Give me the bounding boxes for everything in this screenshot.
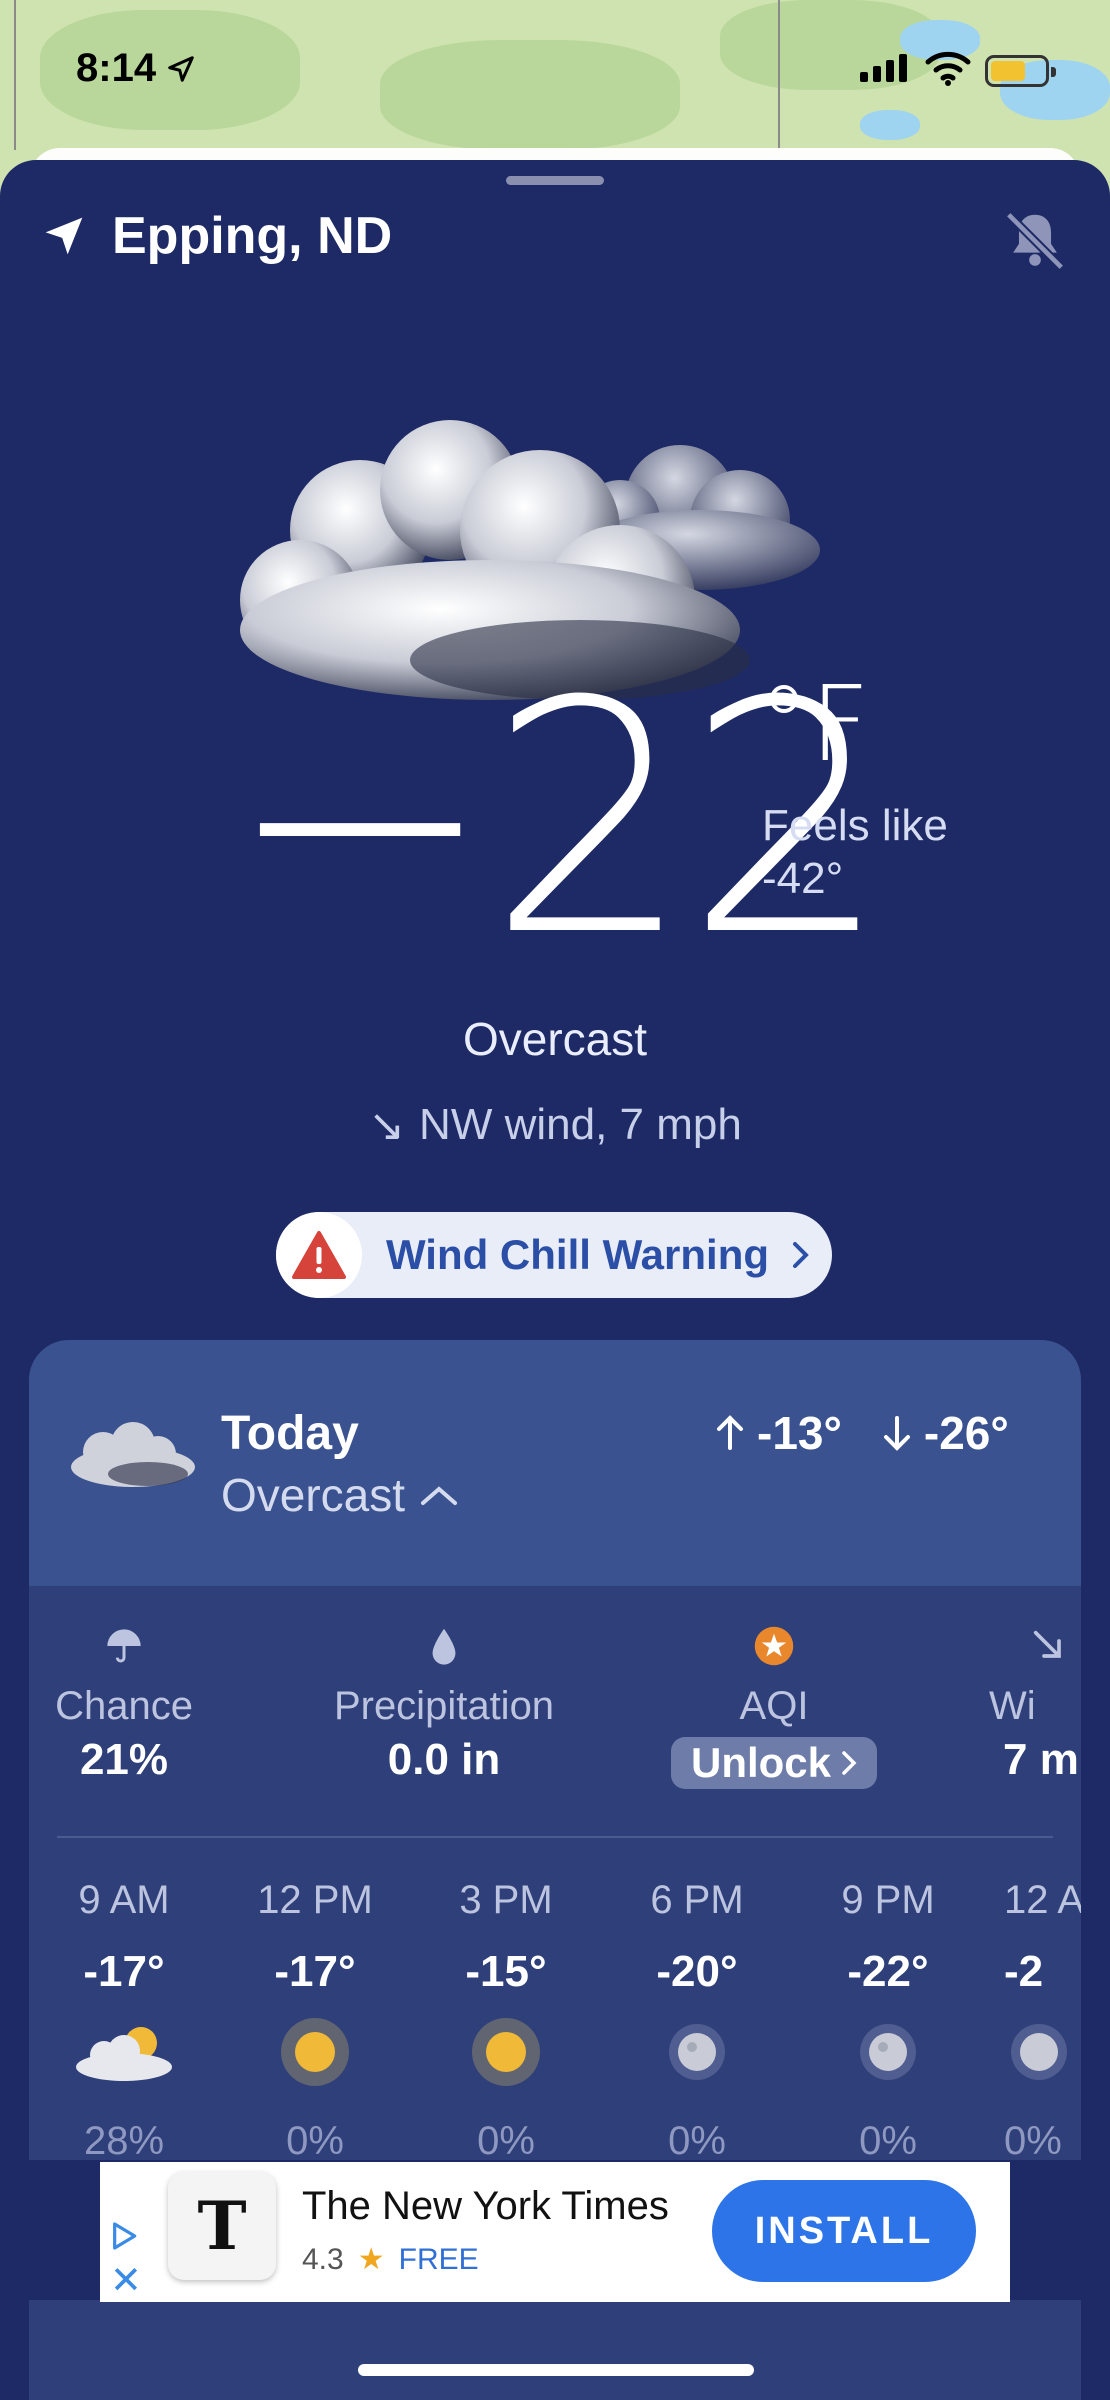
low-temp: -26° xyxy=(923,1407,1009,1459)
warning-triangle-icon xyxy=(276,1212,362,1298)
ad-rating: 4.3 xyxy=(302,2242,344,2276)
today-header[interactable]: Today Overcast -13° -26° xyxy=(29,1340,1081,1586)
metric-label: Wi xyxy=(989,1684,1036,1728)
hour-temp: -17° xyxy=(274,1947,356,1996)
metric-value: 21% xyxy=(79,1735,169,1784)
unlock-label: Unlock xyxy=(690,1739,832,1786)
hour-temp: -20° xyxy=(656,1947,738,1996)
feels-like-label: Feels like xyxy=(762,801,948,850)
metric-value: 0.0 in xyxy=(387,1735,501,1784)
droplet-icon xyxy=(319,1626,569,1666)
today-condition-toggle[interactable]: Overcast xyxy=(221,1468,459,1522)
partly-cloudy-icon xyxy=(49,2007,199,2097)
wind-text: NW wind, 7 mph xyxy=(419,1100,742,1149)
feels-like: Feels like -42° xyxy=(762,800,948,906)
location-name: Epping, ND xyxy=(112,207,393,265)
hour-temp: -15° xyxy=(465,1947,547,1996)
chevron-right-icon xyxy=(793,1242,809,1268)
sheet-grabber[interactable] xyxy=(506,176,604,185)
overcast-small-icon xyxy=(71,1422,195,1487)
hour-temp: -17° xyxy=(83,1947,165,1996)
metric-label: Precipitation xyxy=(333,1684,555,1728)
metric-label: Chance xyxy=(55,1684,193,1728)
aqi-unlock-button[interactable]: Unlock xyxy=(670,1737,878,1789)
current-condition: Overcast xyxy=(462,1013,648,1065)
hour-time: 9 PM xyxy=(841,1878,935,1922)
status-bar: 8:14 xyxy=(0,0,1110,140)
hour-time: 9 AM xyxy=(78,1878,170,1922)
ad-subtitle: 4.3 ★ FREE xyxy=(302,2242,479,2277)
wind-direction-icon: ↘ xyxy=(368,1101,406,1150)
status-time: 8:14 xyxy=(76,46,157,90)
hour-precip: 0% xyxy=(477,2119,535,2163)
hour-precip: 28% xyxy=(83,2119,165,2163)
location-arrow-icon xyxy=(45,217,83,255)
hour-temp: -2 xyxy=(1004,1947,1044,1996)
location-header[interactable]: Epping, ND xyxy=(42,206,392,266)
metric-label: AQI xyxy=(739,1684,809,1728)
hour-precip: 0% xyxy=(668,2119,726,2163)
moon-icon xyxy=(1004,2007,1081,2097)
hour-precip: 0% xyxy=(1004,2119,1062,2163)
ad-banner[interactable]: ✕ T The New York Times 4.3 ★ FREE INSTAL… xyxy=(100,2162,1010,2302)
divider xyxy=(57,1836,1053,1838)
today-condition: Overcast xyxy=(221,1469,406,1521)
hourly-item[interactable]: 3 PM -15° 0% xyxy=(431,1878,581,2164)
ad-choices-icon[interactable] xyxy=(108,2220,140,2252)
hour-time: 6 PM xyxy=(650,1878,744,1922)
close-ad-icon[interactable]: ✕ xyxy=(110,2262,142,2300)
sun-icon xyxy=(431,2007,581,2097)
wifi-icon xyxy=(925,51,971,86)
hour-precip: 0% xyxy=(859,2119,917,2163)
feels-like-value: -42° xyxy=(762,853,844,903)
nyt-logo: T xyxy=(168,2172,276,2280)
chevron-right-icon xyxy=(842,1751,857,1775)
today-title: Today xyxy=(221,1407,359,1460)
hour-temp: -22° xyxy=(847,1947,929,1996)
hourly-item[interactable]: 9 AM -17° 28% xyxy=(49,1878,199,2164)
high-low: -13° -26° xyxy=(715,1406,1009,1460)
battery-icon xyxy=(985,55,1056,87)
home-indicator[interactable] xyxy=(358,2364,754,2376)
hourly-item[interactable]: 12 PM -17° 0% xyxy=(240,1878,390,2164)
high-temp-group: -13° xyxy=(715,1406,842,1460)
low-temp-group: -26° xyxy=(882,1406,1009,1460)
metric-wind: Wi 7 m xyxy=(989,1626,1081,1785)
ad-title: The New York Times xyxy=(302,2184,669,2228)
moon-icon xyxy=(622,2007,772,2097)
chevron-up-icon xyxy=(421,1486,458,1505)
arrow-up-icon xyxy=(717,1415,743,1450)
hour-precip: 0% xyxy=(286,2119,344,2163)
star-badge-icon xyxy=(659,1626,889,1666)
bell-muted-icon[interactable] xyxy=(1000,206,1070,276)
hour-time: 3 PM xyxy=(459,1878,553,1922)
status-time-group: 8:14 xyxy=(76,46,196,91)
metric-value: 7 m xyxy=(1003,1735,1079,1784)
wind-chill-warning-button[interactable]: Wind Chill Warning xyxy=(276,1212,832,1298)
install-button[interactable]: INSTALL xyxy=(712,2180,976,2282)
hourly-item[interactable]: 9 PM -22° 0% xyxy=(813,1878,963,2164)
moon-icon xyxy=(813,2007,963,2097)
hourly-item[interactable]: 6 PM -20° 0% xyxy=(622,1878,772,2164)
location-services-icon xyxy=(168,55,194,82)
high-temp: -13° xyxy=(757,1407,842,1459)
metric-precipitation: Precipitation 0.0 in xyxy=(319,1626,569,1785)
wind-icon xyxy=(989,1626,1081,1666)
temperature-unit: °F xyxy=(758,663,870,785)
star-icon: ★ xyxy=(357,2243,385,2276)
ad-price: FREE xyxy=(398,2242,479,2276)
hourly-item[interactable]: 12 A -2 0% xyxy=(1004,1878,1081,2164)
metric-chance: Chance 21% xyxy=(29,1626,219,1785)
alert-label: Wind Chill Warning xyxy=(386,1231,770,1278)
hour-time: 12 A xyxy=(1004,1878,1081,1922)
sun-icon xyxy=(240,2007,390,2097)
cellular-signal-icon xyxy=(860,54,907,82)
metric-aqi: AQI Unlock xyxy=(659,1626,889,1789)
wind-info: ↘ NW wind, 7 mph xyxy=(0,1100,1110,1151)
hour-time: 12 PM xyxy=(257,1878,373,1922)
arrow-down-icon xyxy=(883,1416,910,1451)
umbrella-icon xyxy=(29,1626,219,1666)
